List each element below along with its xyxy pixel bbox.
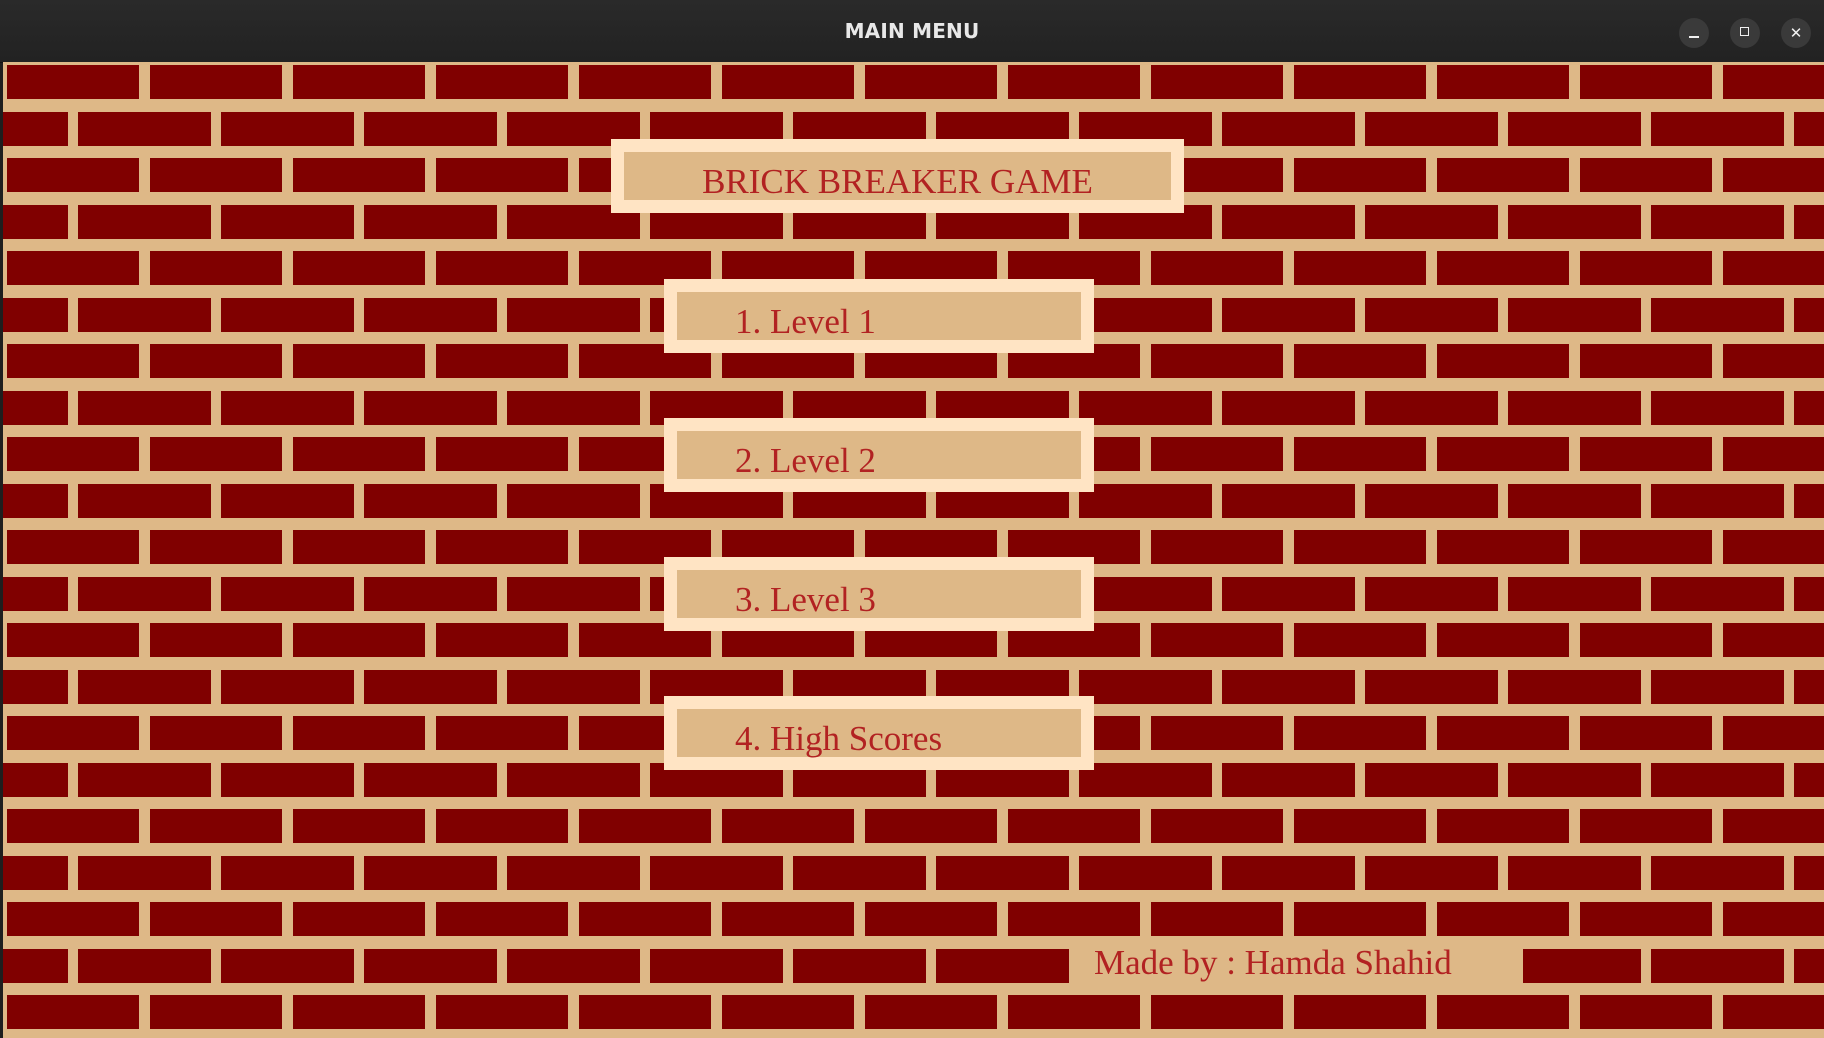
- game-canvas: BRICK BREAKER GAME 1. Level 1 2. Level 2…: [3, 62, 1824, 1038]
- title-bar[interactable]: MAIN MENU ✕: [0, 0, 1824, 63]
- high-scores-label: 4. High Scores: [735, 719, 943, 758]
- close-icon: ✕: [1789, 24, 1803, 42]
- level-2-label: 2. Level 2: [735, 441, 876, 480]
- high-scores-button[interactable]: 4. High Scores: [664, 696, 1094, 770]
- credit-text: Made by : Hamda Shahid: [1094, 943, 1452, 982]
- game-title-banner: BRICK BREAKER GAME: [611, 139, 1184, 213]
- level-1-label: 1. Level 1: [735, 302, 876, 341]
- game-title: BRICK BREAKER GAME: [702, 162, 1093, 201]
- window-title: MAIN MENU: [844, 19, 980, 43]
- close-button[interactable]: ✕: [1781, 18, 1811, 48]
- level-1-button[interactable]: 1. Level 1: [664, 279, 1094, 353]
- maximize-icon: [1740, 27, 1749, 36]
- level-3-button[interactable]: 3. Level 3: [664, 557, 1094, 631]
- minimize-icon: [1689, 36, 1699, 38]
- maximize-button[interactable]: [1730, 18, 1760, 48]
- minimize-button[interactable]: [1679, 18, 1709, 48]
- credit-banner: Made by : Hamda Shahid: [1069, 938, 1523, 984]
- level-2-button[interactable]: 2. Level 2: [664, 418, 1094, 492]
- level-3-label: 3. Level 3: [735, 580, 876, 619]
- game-window: MAIN MENU ✕ BRICK BREAKER GAME 1. Level …: [0, 0, 1824, 1038]
